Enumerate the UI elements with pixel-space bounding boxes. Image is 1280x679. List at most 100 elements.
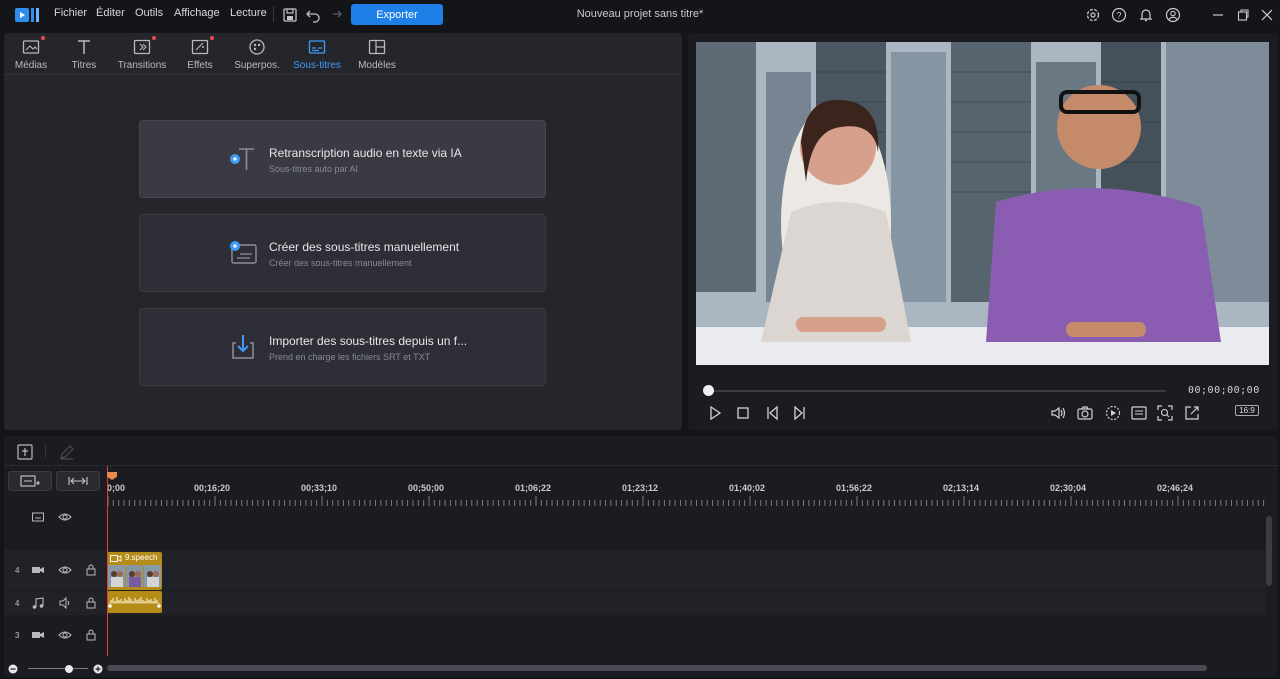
- vertical-scrollbar[interactable]: [1266, 516, 1272, 586]
- video-track-4: 4: [4, 550, 1266, 590]
- settings-gear-icon[interactable]: [1085, 7, 1101, 23]
- account-icon[interactable]: [1165, 7, 1181, 23]
- add-track-button[interactable]: [8, 471, 52, 491]
- ruler-tick-label: 01;56;22: [836, 483, 873, 493]
- close-icon[interactable]: [1259, 7, 1275, 23]
- play-icon[interactable]: [706, 404, 724, 422]
- ruler-tick-label: 02;30;04: [1050, 483, 1087, 493]
- ruler-tick-label: 01;23;12: [622, 483, 659, 493]
- menu-outils[interactable]: Outils: [135, 7, 163, 19]
- tab-medias[interactable]: Médias: [3, 33, 59, 75]
- speaker-icon[interactable]: [58, 596, 72, 610]
- fit-timeline-button[interactable]: [56, 471, 100, 491]
- menu-affichage[interactable]: Affichage: [174, 7, 220, 19]
- notification-bell-icon[interactable]: [1138, 7, 1154, 23]
- previous-frame-icon[interactable]: [764, 404, 782, 422]
- zoom-in-icon[interactable]: [93, 664, 103, 674]
- effects-icon: [191, 39, 209, 55]
- video-frame-image: [696, 42, 1269, 365]
- svg-text:?: ?: [1116, 11, 1121, 21]
- external-preview-icon[interactable]: [1183, 404, 1201, 422]
- timeline-tool-icon[interactable]: [16, 443, 34, 461]
- tab-modeles[interactable]: Modèles: [349, 33, 405, 75]
- aspect-ratio-button[interactable]: 16:9: [1235, 405, 1259, 416]
- new-badge: [210, 36, 214, 40]
- menu-fichier[interactable]: Fichier: [54, 7, 87, 19]
- tab-label: Superpos.: [234, 60, 280, 71]
- edit-pen-icon[interactable]: [58, 443, 76, 461]
- next-frame-icon[interactable]: [790, 404, 808, 422]
- export-button[interactable]: Exporter: [351, 4, 443, 25]
- video-preview[interactable]: [696, 42, 1269, 365]
- add-subtitle-icon: [230, 241, 257, 264]
- music-note-icon: [32, 597, 44, 609]
- subtitle-track-icon: [32, 512, 44, 522]
- visibility-eye-icon[interactable]: [58, 628, 72, 642]
- preview-quality-icon[interactable]: [1104, 404, 1122, 422]
- ruler-tick-label: 01;40;02: [729, 483, 766, 493]
- zoom-slider-track[interactable]: [28, 668, 88, 669]
- video-camera-icon: [32, 567, 44, 573]
- overlay-icon: [249, 39, 265, 55]
- tab-titres[interactable]: Titres: [56, 33, 112, 75]
- audio-clip[interactable]: [107, 591, 162, 613]
- tab-superpositions[interactable]: Superpos.: [229, 33, 285, 75]
- volume-icon[interactable]: [1049, 404, 1067, 422]
- media-icon: [22, 40, 40, 54]
- title-icon: [78, 40, 90, 54]
- ai-transcription-card[interactable]: Retranscription audio en texte via IA So…: [139, 120, 546, 198]
- ruler-tick-label: 00;16;20: [194, 483, 231, 493]
- track-header: 3: [4, 622, 104, 648]
- seek-bar[interactable]: [708, 390, 1166, 392]
- subtitle-toggle-icon[interactable]: [1130, 404, 1148, 422]
- lock-icon[interactable]: [84, 628, 98, 642]
- zoom-slider-handle[interactable]: [65, 665, 73, 673]
- menu-lecture[interactable]: Lecture: [230, 7, 267, 19]
- save-icon[interactable]: [282, 7, 298, 23]
- visibility-eye-icon[interactable]: [58, 563, 72, 577]
- clip-name: 9.speech: [125, 553, 158, 562]
- preview-panel: 00;00;00;00 16:9: [688, 33, 1278, 430]
- help-icon[interactable]: ?: [1111, 7, 1127, 23]
- import-subtitles-card[interactable]: Importer des sous-titres depuis un f... …: [139, 308, 546, 386]
- timeline-panel: 0;00 00;16;20 00;33;10 00;50;00 01;06;22…: [4, 436, 1278, 677]
- tab-sous-titres[interactable]: Sous-titres: [289, 33, 345, 75]
- manual-subtitles-card[interactable]: Créer des sous-titres manuellement Créer…: [139, 214, 546, 292]
- subtitle-track: [4, 502, 1266, 532]
- toolbar-divider: [45, 444, 46, 458]
- lock-icon[interactable]: [84, 563, 98, 577]
- ruler-tick-label: 02;46;24: [1157, 483, 1194, 493]
- templates-icon: [368, 39, 386, 55]
- card-title: Retranscription audio en texte via IA: [269, 146, 462, 160]
- import-icon: [232, 335, 254, 359]
- card-subtitle: Créer des sous-titres manuellement: [269, 258, 412, 268]
- tab-transitions[interactable]: Transitions: [114, 33, 170, 75]
- horizontal-scrollbar[interactable]: [107, 665, 1207, 671]
- card-subtitle: Prend en charge les fichiers SRT et TXT: [269, 352, 431, 362]
- lock-icon[interactable]: [84, 596, 98, 610]
- audio-track-4: 4: [4, 591, 1266, 615]
- zoom-out-icon[interactable]: [8, 664, 18, 674]
- undo-icon[interactable]: [305, 7, 321, 23]
- tab-label: Effets: [187, 60, 213, 71]
- snapshot-camera-icon[interactable]: [1076, 404, 1094, 422]
- add-track-icon: [20, 475, 40, 487]
- playhead[interactable]: [107, 466, 108, 656]
- seek-handle[interactable]: [703, 385, 714, 396]
- menu-editer[interactable]: Éditer: [96, 7, 125, 19]
- redo-icon[interactable]: [327, 7, 343, 23]
- tab-label: Transitions: [117, 60, 167, 71]
- stop-icon[interactable]: [734, 404, 752, 422]
- video-clip[interactable]: 9.speech: [107, 552, 162, 590]
- audio-waveform: [108, 597, 161, 608]
- track-header: 4: [4, 550, 104, 590]
- tab-effets[interactable]: Effets: [172, 33, 228, 75]
- minimize-icon[interactable]: [1210, 7, 1226, 23]
- track-header: 4: [4, 591, 104, 615]
- tab-label: Médias: [14, 60, 48, 71]
- visibility-eye-icon[interactable]: [58, 510, 72, 524]
- maximize-icon[interactable]: [1235, 7, 1251, 23]
- zoom-fit-icon[interactable]: [1156, 404, 1174, 422]
- library-panel: Médias Titres Transitions Effets Superpo…: [4, 33, 682, 430]
- track-number: 3: [15, 630, 20, 640]
